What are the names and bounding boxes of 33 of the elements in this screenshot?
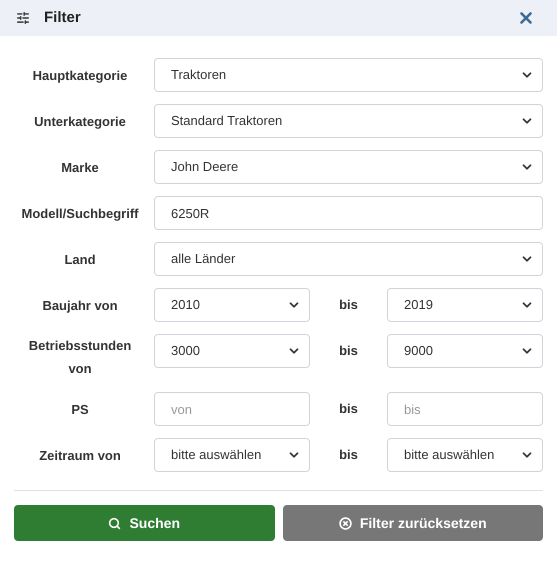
sliders-icon	[16, 11, 30, 25]
dropdown[interactable]: 2010	[154, 288, 310, 322]
range-separator: bis	[338, 342, 359, 360]
close-circle-icon	[338, 516, 352, 530]
input-field[interactable]: 6250R	[154, 196, 543, 230]
input-field[interactable]: von	[154, 392, 310, 426]
dropdown[interactable]: John Deere	[154, 150, 543, 184]
close-icon[interactable]	[517, 9, 535, 27]
dropdown[interactable]: 3000	[154, 334, 310, 368]
range-separator: bis	[338, 446, 359, 464]
field-label: Modell/Suchbegriff	[22, 204, 138, 223]
field-label: Betriebsstunden von	[28, 337, 132, 378]
dropdown[interactable]: Standard Traktoren	[154, 104, 543, 138]
field-label: Hauptkategorie	[32, 66, 128, 85]
range-separator: bis	[338, 400, 359, 418]
field-label: Baujahr von	[41, 296, 119, 315]
input-field[interactable]: bis	[387, 392, 543, 426]
field-label: Zeitraum von	[38, 446, 122, 464]
field-label: Land	[64, 250, 96, 268]
dropdown[interactable]: bitte auswählen	[154, 438, 310, 472]
dropdown[interactable]: 9000	[387, 334, 543, 368]
dropdown[interactable]: Traktoren	[154, 58, 543, 92]
dropdown[interactable]: 2019	[387, 288, 543, 322]
dialog-title: Filter	[44, 8, 81, 28]
dropdown[interactable]: alle Länder	[154, 242, 543, 276]
range-separator: bis	[338, 296, 359, 314]
dropdown[interactable]: bitte auswählen	[387, 438, 543, 472]
reset-button[interactable]: Filter zurücksetzen	[282, 505, 543, 541]
field-label: PS	[70, 400, 90, 418]
field-label: Marke	[61, 158, 99, 176]
search-button[interactable]: Suchen	[14, 505, 274, 541]
field-label: Unterkategorie	[34, 112, 126, 131]
search-icon	[108, 516, 122, 530]
